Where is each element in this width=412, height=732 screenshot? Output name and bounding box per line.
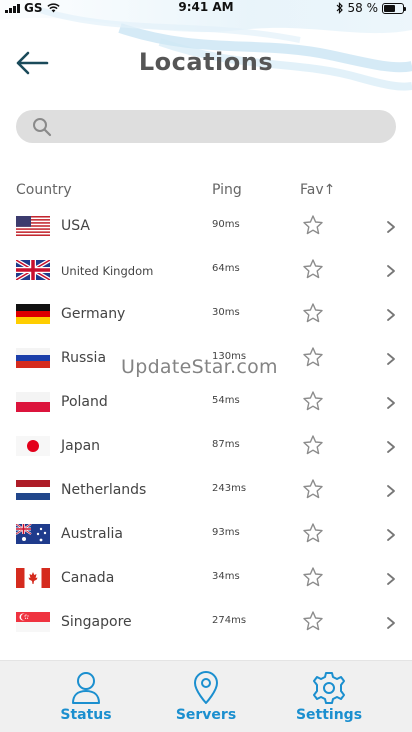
tab-settings-label: Settings	[295, 707, 363, 723]
column-header-country[interactable]: Country	[16, 182, 72, 198]
tab-servers-label: Servers	[175, 707, 237, 723]
flag-ca-icon	[16, 568, 50, 588]
ping-value: 30ms	[212, 307, 240, 318]
chevron-right-icon	[385, 219, 397, 233]
flag-pl-icon	[16, 392, 50, 412]
ping-value: 87ms	[212, 439, 240, 450]
country-name: Canada	[61, 570, 115, 586]
locations-list: USA 90ms United Kingdom 64ms Germany 30ms Russ…	[0, 204, 412, 644]
location-row[interactable]: Japan 87ms	[0, 424, 412, 468]
flag-jp-icon	[16, 436, 50, 456]
person-icon	[72, 672, 100, 704]
favorite-star-icon[interactable]	[302, 390, 324, 412]
favorite-star-icon[interactable]	[302, 214, 324, 236]
chevron-right-icon	[385, 483, 397, 497]
search-input[interactable]	[52, 110, 396, 143]
search-icon	[33, 117, 52, 136]
country-name: Netherlands	[61, 482, 147, 498]
ping-value: 54ms	[212, 395, 240, 406]
country-name: Australia	[61, 526, 123, 542]
flag-au-icon	[16, 524, 50, 544]
location-row[interactable]: Canada 34ms	[0, 556, 412, 600]
column-header-fav[interactable]: Fav↑	[300, 182, 335, 198]
country-name: United Kingdom	[61, 264, 154, 278]
favorite-star-icon[interactable]	[302, 258, 324, 280]
flag-gb-icon	[16, 260, 50, 280]
battery-percent: 58 %	[347, 1, 379, 15]
page-title: Locations	[138, 48, 274, 76]
ping-value: 90ms	[212, 219, 240, 230]
tab-status-label: Status	[60, 707, 112, 723]
country-name: Germany	[61, 306, 126, 322]
location-row[interactable]: Germany 30ms	[0, 292, 412, 336]
chevron-right-icon	[385, 351, 397, 365]
search-bar[interactable]	[16, 110, 396, 143]
chevron-right-icon	[385, 263, 397, 277]
tab-bar: Status Servers Settings	[0, 660, 412, 732]
country-name: Russia	[61, 350, 107, 366]
ping-value: 34ms	[212, 571, 240, 582]
status-right: 58 %	[336, 1, 406, 15]
flag-sg-icon	[16, 612, 50, 632]
tab-servers[interactable]: Servers	[156, 661, 256, 732]
favorite-star-icon[interactable]	[302, 346, 324, 368]
ping-value: 64ms	[212, 263, 240, 274]
location-row[interactable]: Singapore 274ms	[0, 600, 412, 644]
chevron-right-icon	[385, 615, 397, 629]
chevron-right-icon	[385, 527, 397, 541]
chevron-right-icon	[385, 307, 397, 321]
ping-value: 274ms	[212, 615, 247, 626]
country-name: USA	[61, 218, 90, 234]
location-row[interactable]: Netherlands 243ms	[0, 468, 412, 512]
country-name: Poland	[61, 394, 108, 410]
favorite-star-icon[interactable]	[302, 610, 324, 632]
status-bar: GS 9:41 AM 58 %	[0, 0, 412, 16]
column-header-ping[interactable]: Ping	[212, 182, 242, 198]
watermark: UpdateStar.com	[121, 356, 278, 378]
chevron-right-icon	[385, 439, 397, 453]
location-row[interactable]: Australia 93ms	[0, 512, 412, 556]
favorite-star-icon[interactable]	[302, 302, 324, 324]
location-pin-icon	[194, 671, 218, 704]
chevron-right-icon	[385, 395, 397, 409]
locations-screen: GS 9:41 AM 58 % Locations Country Ping F…	[0, 0, 412, 732]
battery-icon	[382, 2, 406, 14]
chevron-right-icon	[385, 571, 397, 585]
favorite-star-icon[interactable]	[302, 566, 324, 588]
country-name: Japan	[61, 438, 101, 454]
location-row[interactable]: USA 90ms	[0, 204, 412, 248]
bluetooth-icon	[336, 2, 343, 14]
tab-settings[interactable]: Settings	[279, 661, 379, 732]
flag-us-icon	[16, 216, 50, 236]
location-row[interactable]: United Kingdom 64ms	[0, 248, 412, 292]
flag-de-icon	[16, 304, 50, 324]
flag-ru-icon	[16, 348, 50, 368]
flag-nl-icon	[16, 480, 50, 500]
favorite-star-icon[interactable]	[302, 434, 324, 456]
ping-value: 93ms	[212, 527, 240, 538]
ping-value: 243ms	[212, 483, 247, 494]
favorite-star-icon[interactable]	[302, 522, 324, 544]
country-name: Singapore	[61, 614, 132, 630]
gear-icon	[313, 672, 345, 704]
location-row[interactable]: Poland 54ms	[0, 380, 412, 424]
favorite-star-icon[interactable]	[302, 478, 324, 500]
tab-status[interactable]: Status	[36, 661, 136, 732]
